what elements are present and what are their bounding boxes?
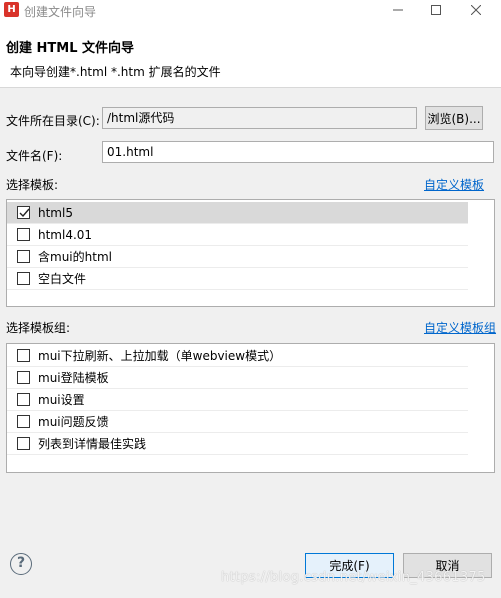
list-item-label: html4.01 [38,227,93,242]
checkbox[interactable] [17,272,30,285]
template-group-list[interactable]: mui下拉刷新、上拉加载（单webview模式） mui登陆模板 mui设置 m… [6,343,495,473]
list-item[interactable]: mui登陆模板 [7,367,468,389]
maximize-icon [431,5,441,15]
browse-button[interactable]: 浏览(B)... [425,106,483,130]
list-item-label: 列表到详情最佳实践 [38,437,147,451]
templates-label: 选择模板: [6,178,59,192]
list-item[interactable]: 列表到详情最佳实践 [7,433,468,455]
list-item-label: mui下拉刷新、上拉加载（单webview模式） [38,349,282,363]
checkbox[interactable] [17,437,30,450]
window-title: 创建文件向导 [24,5,97,19]
title-bar: H 创建文件向导 [0,0,501,20]
custom-template-group-link[interactable]: 自定义模板组 [424,319,496,336]
list-item-label: mui登陆模板 [38,371,109,385]
list-item[interactable]: mui设置 [7,389,468,411]
help-icon[interactable]: ? [10,553,32,575]
wizard-header: 创建 HTML 文件向导 本向导创建*.html *.htm 扩展名的文件 [0,20,501,88]
hbuilder-logo-icon: H [4,2,19,17]
checkbox-checked[interactable] [17,206,30,219]
minimize-icon [393,9,403,11]
list-item-label: html5 [38,205,73,220]
checkbox[interactable] [17,393,30,406]
list-item-label: 空白文件 [38,272,87,286]
checkbox[interactable] [17,371,30,384]
checkmark-icon [19,208,30,218]
header-title: 创建 HTML 文件向导 [6,41,135,56]
checkbox[interactable] [17,415,30,428]
watermark-text: https://blog.csdn.net/weixin_43661375 [221,570,486,585]
list-item[interactable]: 含mui的html [7,246,468,268]
list-item[interactable]: mui问题反馈 [7,411,468,433]
template-list[interactable]: html5 html4.01 含mui的html 空白文件 [6,199,495,307]
minimize-button[interactable] [380,0,416,20]
checkbox[interactable] [17,250,30,263]
header-description: 本向导创建*.html *.htm 扩展名的文件 [10,65,221,79]
directory-label: 文件所在目录(C): [6,114,100,128]
close-button[interactable] [458,0,494,20]
list-item[interactable]: 空白文件 [7,268,468,290]
directory-field[interactable]: /html源代码 [102,107,417,129]
list-item[interactable]: html4.01 [7,224,468,246]
wizard-window: H 创建文件向导 创建 HTML 文件向导 本向导创建*.html *.htm … [0,0,501,598]
list-item-label: mui设置 [38,393,85,407]
list-item-label: mui问题反馈 [38,415,109,429]
maximize-button[interactable] [418,0,454,20]
filename-label: 文件名(F): [6,149,63,163]
custom-template-link[interactable]: 自定义模板 [424,176,484,193]
template-groups-label: 选择模板组: [6,321,71,335]
checkbox[interactable] [17,228,30,241]
close-icon [471,5,481,15]
checkbox[interactable] [17,349,30,362]
list-item[interactable]: mui下拉刷新、上拉加载（单webview模式） [7,345,468,367]
list-item-label: 含mui的html [38,250,112,264]
list-item[interactable]: html5 [7,202,468,224]
filename-input[interactable]: 01.html [102,141,494,163]
